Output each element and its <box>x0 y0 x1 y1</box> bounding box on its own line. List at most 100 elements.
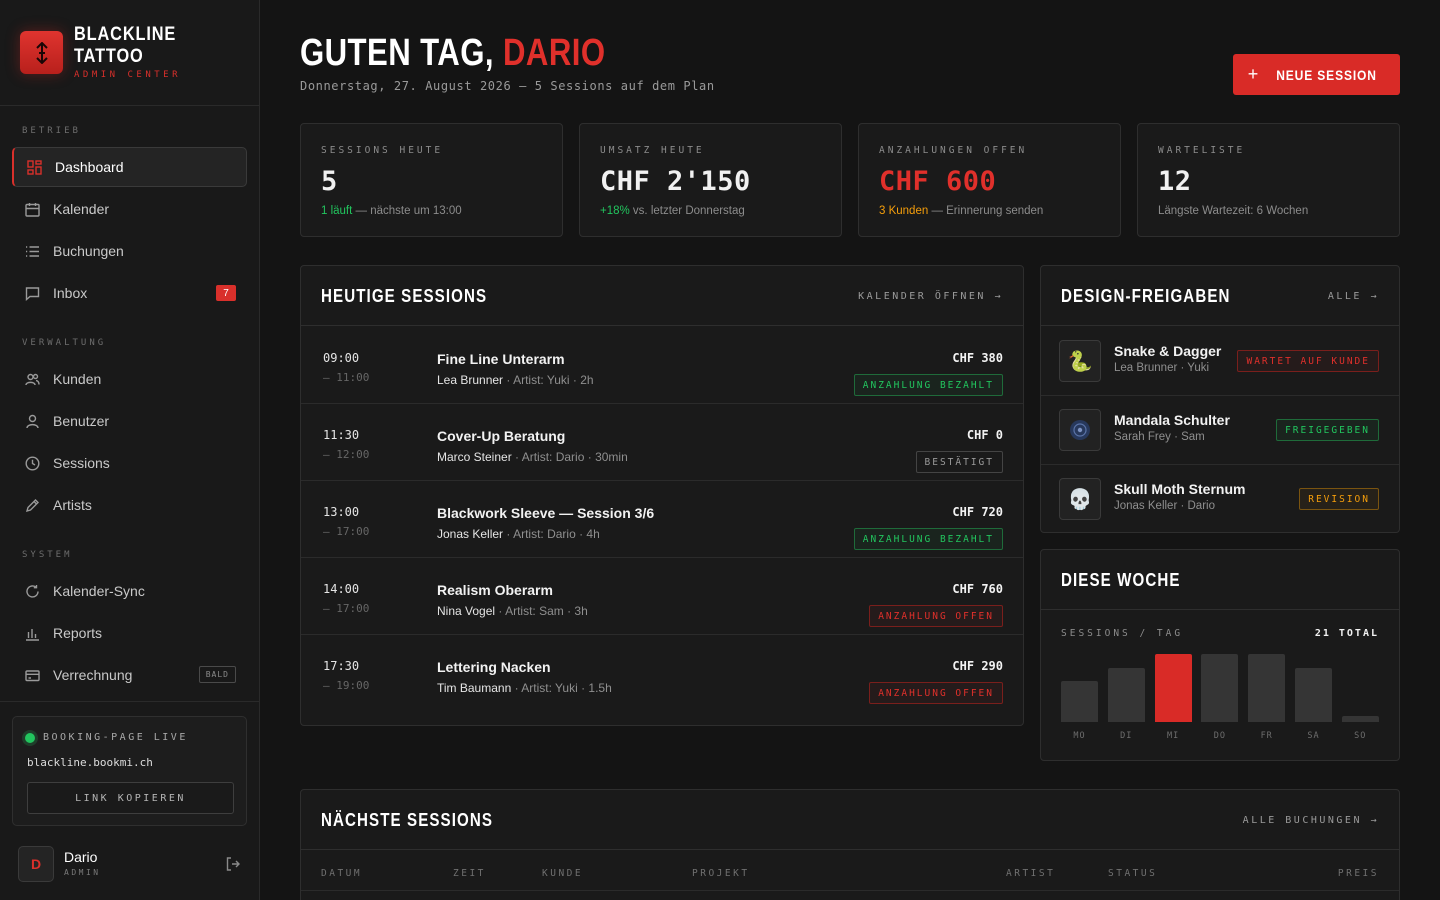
session-price: CHF 760 <box>952 582 1003 596</box>
logo-icon[interactable] <box>20 31 63 74</box>
brand-name: BLACKLINE TATTOO <box>74 24 177 67</box>
column-header-zeit[interactable]: ZEIT <box>453 868 486 879</box>
sidebar-item-label: Kalender <box>53 201 110 217</box>
bar-di[interactable] <box>1107 668 1145 722</box>
column-header-kunde[interactable]: KUNDE <box>542 868 583 879</box>
design-meta: Lea Brunner · Yuki <box>1114 362 1210 374</box>
status-badge: REVISION <box>1299 488 1379 510</box>
sidebar-item-sessions[interactable]: Sessions <box>12 443 247 483</box>
bar-sa[interactable] <box>1295 668 1332 722</box>
sidebar-item-kalender[interactable]: Kalender <box>12 189 247 229</box>
panel-title: HEUTIGE SESSIONS <box>321 286 488 306</box>
user-name: Dario <box>64 849 98 865</box>
kpi-value: 12 <box>1158 166 1192 197</box>
status-badge: ANZAHLUNG OFFEN <box>869 605 1003 627</box>
session-row[interactable]: 11:30 – 12:00 Cover-Up Beratung Marco Stein… <box>301 404 1023 481</box>
booking-url: blackline.bookmi.ch <box>27 756 153 769</box>
card-icon <box>24 667 40 683</box>
sidebar-divider <box>0 701 259 702</box>
session-price: CHF 290 <box>952 659 1003 673</box>
kpi-note: +18% vs. letzter Donnerstag <box>600 205 745 217</box>
session-start: 11:30 <box>323 428 360 442</box>
bar-so[interactable] <box>1341 716 1379 722</box>
bar-do[interactable] <box>1201 654 1239 722</box>
week-bar-chart <box>1061 646 1379 722</box>
bar-label: SA <box>1307 731 1320 741</box>
session-end: – 17:00 <box>323 525 370 538</box>
bar-mo[interactable] <box>1061 681 1098 722</box>
panel-title: DESIGN-FREIGABEN <box>1061 286 1231 306</box>
design-row[interactable]: 💀 Skull Moth Sternum Jonas Keller · Dario R… <box>1041 465 1399 532</box>
sidebar-item-benutzer[interactable]: Benutzer <box>12 401 247 441</box>
session-meta: Lea Brunner · Artist: Yuki · 2h <box>437 373 594 387</box>
bar-mi[interactable] <box>1154 654 1192 722</box>
bar-label: SO <box>1354 731 1367 741</box>
panel-header: HEUTIGE SESSIONS KALENDER ÖFFNEN → <box>301 266 1023 326</box>
session-start: 14:00 <box>323 582 360 596</box>
column-header-preis[interactable]: PREIS <box>1338 868 1379 879</box>
session-title: Blackwork Sleeve — Session 3/6 <box>437 505 655 521</box>
booking-page-card: BOOKING-PAGE LIVE blackline.bookmi.ch LI… <box>12 716 247 826</box>
brand-subtitle: ADMIN CENTER <box>74 70 182 80</box>
nav-section-verwaltung: VERWALTUNG <box>22 338 107 348</box>
session-meta: Jonas Keller · Artist: Dario · 4h <box>437 527 600 541</box>
sidebar-item-buchungen[interactable]: Buchungen <box>12 231 247 271</box>
page-subtitle: Donnerstag, 27. August 2026 — 5 Sessions… <box>300 79 715 93</box>
sidebar: BLACKLINE TATTOO ADMIN CENTER BETRIEB Da… <box>0 0 260 900</box>
user-profile[interactable]: D Dario ADMIN <box>18 845 243 885</box>
column-header-projekt[interactable]: PROJEKT <box>692 868 750 879</box>
session-title: Cover-Up Beratung <box>437 428 566 444</box>
user-role: ADMIN <box>64 868 101 877</box>
copy-link-button[interactable]: LINK KOPIEREN <box>27 782 234 814</box>
open-calendar-link[interactable]: KALENDER ÖFFNEN → <box>858 291 1003 302</box>
session-meta: Nina Vogel · Artist: Sam · 3h <box>437 604 588 618</box>
sidebar-item-label: Sessions <box>53 455 110 471</box>
sidebar-item-label: Verrechnung <box>53 667 133 683</box>
session-row[interactable]: 17:30 – 19:00 Lettering Nacken Tim Baumann … <box>301 635 1023 712</box>
sidebar-item-kalender-sync[interactable]: Kalender-Sync <box>12 571 247 611</box>
status-badge: WARTET AUF KUNDE <box>1237 350 1379 372</box>
bar-label: FR <box>1260 731 1273 741</box>
kpi-sessions-today: SESSIONS HEUTE 5 1 läuft — nächste um 13… <box>300 123 563 237</box>
session-end: – 17:00 <box>323 602 370 615</box>
session-row[interactable]: 09:00 – 11:00 Fine Line Unterarm Lea Brunne… <box>301 327 1023 404</box>
sidebar-item-artists[interactable]: Artists <box>12 485 247 525</box>
sidebar-item-label: Artists <box>53 497 92 513</box>
session-row[interactable]: 13:00 – 17:00 Blackwork Sleeve — Session 3… <box>301 481 1023 558</box>
bar-label: DI <box>1120 731 1133 741</box>
bar-fr[interactable] <box>1248 654 1286 722</box>
design-row[interactable]: Mandala Schulter Sarah Frey · Sam FREIGEGE… <box>1041 396 1399 465</box>
column-header-artist[interactable]: ARTIST <box>1006 868 1055 879</box>
kpi-value: 5 <box>321 166 338 197</box>
design-title: Mandala Schulter <box>1114 412 1230 428</box>
logout-icon[interactable] <box>225 856 241 877</box>
sidebar-item-inbox[interactable]: Inbox 7 <box>12 273 247 313</box>
mandala-icon <box>1059 409 1101 451</box>
session-row[interactable]: 14:00 – 17:00 Realism Oberarm Nina Vogel · … <box>301 558 1023 635</box>
message-icon <box>24 285 40 301</box>
design-meta: Jonas Keller · Dario <box>1114 500 1215 512</box>
sidebar-item-kunden[interactable]: Kunden <box>12 359 247 399</box>
grid-icon <box>26 159 42 175</box>
sidebar-item-label: Inbox <box>53 285 88 301</box>
sidebar-item-label: Kalender-Sync <box>53 583 145 599</box>
sidebar-item-dashboard[interactable]: Dashboard <box>12 147 247 187</box>
column-header-status[interactable]: STATUS <box>1108 868 1157 879</box>
column-header-datum[interactable]: DATUM <box>321 868 362 879</box>
session-title: Fine Line Unterarm <box>437 351 565 367</box>
kpi-waitlist: WARTELISTE 12 Längste Wartezeit: 6 Woche… <box>1137 123 1400 237</box>
design-row[interactable]: 🐍 Snake & Dagger Lea Brunner · Yuki WARTET … <box>1041 327 1399 396</box>
all-bookings-link[interactable]: ALLE BUCHUNGEN → <box>1243 815 1379 826</box>
sidebar-item-verrechnung[interactable]: Verrechnung BALD <box>12 655 247 695</box>
status-badge: ANZAHLUNG BEZAHLT <box>853 374 1003 396</box>
kpi-value: CHF 600 <box>879 166 997 197</box>
sidebar-item-reports[interactable]: Reports <box>12 613 247 653</box>
all-designs-link[interactable]: ALLE → <box>1328 291 1379 302</box>
session-price: CHF 0 <box>966 428 1003 442</box>
soon-badge: BALD <box>198 666 236 683</box>
status-badge: ANZAHLUNG BEZAHLT <box>853 528 1003 550</box>
session-meta: Marco Steiner · Artist: Dario · 30min <box>437 450 628 464</box>
session-meta: Tim Baumann · Artist: Yuki · 1.5h <box>437 681 612 695</box>
new-session-button[interactable]: + NEUE SESSION <box>1233 54 1400 95</box>
status-badge: FREIGEGEBEN <box>1276 419 1379 441</box>
